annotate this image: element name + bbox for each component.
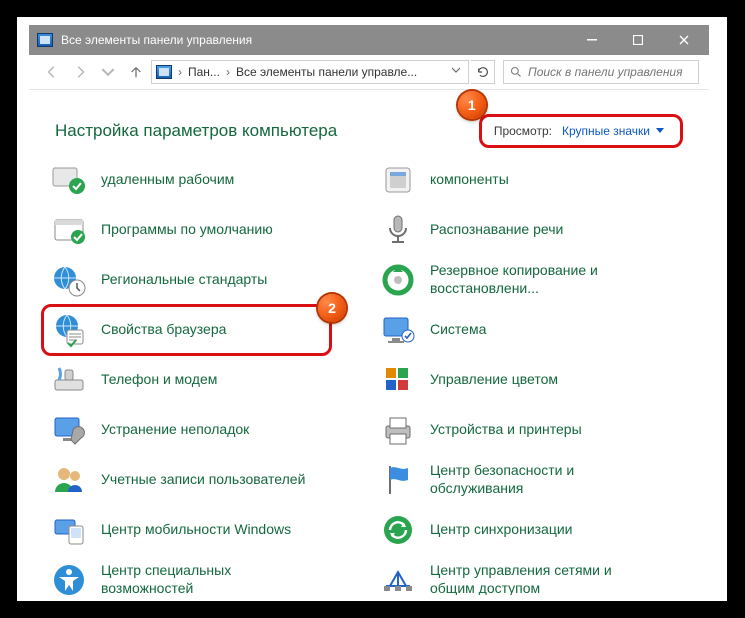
control-panel-mini-icon [156, 65, 172, 79]
item-label: Управление цветом [430, 371, 558, 389]
screenshot-frame: Все элементы панели управления › Пан... … [12, 12, 732, 606]
backup-icon [380, 262, 416, 298]
item-remote-desktop[interactable]: удаленным рабочим [43, 156, 372, 204]
address-bar[interactable]: › Пан... › Все элементы панели управле..… [151, 60, 469, 84]
item-network-sharing[interactable]: Центр управления сетями и общим доступом [372, 556, 701, 595]
item-components[interactable]: компоненты [372, 156, 701, 204]
control-panel-window: Все элементы панели управления › Пан... … [29, 25, 709, 595]
item-mobility-center[interactable]: Центр мобильности Windows [43, 506, 372, 554]
chevron-down-icon [656, 128, 664, 133]
chevron-right-icon: › [224, 65, 232, 79]
breadcrumb-segment[interactable]: Все элементы панели управле... [236, 65, 417, 79]
components-icon [380, 162, 416, 198]
close-button[interactable] [661, 25, 707, 55]
item-label: Устройства и принтеры [430, 421, 582, 439]
search-icon [510, 66, 522, 78]
item-sync-center[interactable]: Центр синхронизации [372, 506, 701, 554]
item-label: Свойства браузера [101, 321, 226, 339]
phone-modem-icon [51, 362, 87, 398]
item-label: Телефон и модем [101, 371, 217, 389]
ease-of-access-icon [51, 562, 87, 595]
item-troubleshooting[interactable]: Устранение неполадок [43, 406, 372, 454]
flag-icon [380, 462, 416, 498]
user-accounts-icon [51, 462, 87, 498]
item-label: Распознавание речи [430, 221, 563, 239]
breadcrumb-segment[interactable]: Пан... [188, 65, 220, 79]
item-label: Центр мобильности Windows [101, 521, 291, 539]
nav-row: › Пан... › Все элементы панели управле..… [29, 55, 709, 90]
microphone-icon [380, 212, 416, 248]
item-label: Программы по умолчанию [101, 221, 273, 239]
network-sharing-icon [380, 562, 416, 595]
printer-icon [380, 412, 416, 448]
item-label: Устранение неполадок [101, 421, 249, 439]
item-label: Резервное копирование и восстановлени... [430, 262, 650, 297]
item-label: Центр синхронизации [430, 521, 573, 539]
item-label: Центр безопасности и обслуживания [430, 462, 650, 497]
item-phone-modem[interactable]: Телефон и модем [43, 356, 372, 404]
remote-desktop-icon [51, 162, 87, 198]
item-label: компоненты [430, 171, 509, 189]
item-user-accounts[interactable]: Учетные записи пользователей [43, 456, 372, 504]
mobility-center-icon [51, 512, 87, 548]
item-default-programs[interactable]: Программы по умолчанию [43, 206, 372, 254]
annotation-badge-2: 2 [318, 294, 346, 322]
minimize-button[interactable] [569, 25, 615, 55]
back-button[interactable] [39, 59, 65, 85]
search-box[interactable] [503, 60, 699, 84]
recent-dropdown[interactable] [95, 59, 121, 85]
control-panel-icon [37, 33, 53, 47]
item-label: Центр управления сетями и общим доступом [430, 562, 650, 595]
item-ease-of-access[interactable]: Центр специальных возможностей [43, 556, 372, 595]
view-selector-highlight: 1 Просмотр: Крупные значки [479, 114, 683, 148]
color-management-icon [380, 362, 416, 398]
maximize-button[interactable] [615, 25, 661, 55]
up-button[interactable] [123, 59, 149, 85]
chevron-right-icon: › [176, 65, 184, 79]
item-label: Центр специальных возможностей [101, 562, 321, 595]
search-input[interactable] [528, 65, 692, 79]
window-title: Все элементы панели управления [61, 33, 569, 47]
item-color-management[interactable]: Управление цветом [372, 356, 701, 404]
item-system[interactable]: Система [372, 306, 701, 354]
system-icon [380, 312, 416, 348]
sync-icon [380, 512, 416, 548]
item-backup-restore[interactable]: Резервное копирование и восстановлени... [372, 256, 701, 304]
item-internet-options-highlight: Свойства браузера 2 [43, 306, 372, 354]
item-label: Система [430, 321, 486, 339]
globe-clock-icon [51, 262, 87, 298]
address-dropdown-icon[interactable] [448, 62, 464, 81]
annotation-badge-1: 1 [458, 91, 486, 119]
items-grid: удаленным рабочим компоненты Программы п… [29, 152, 709, 595]
forward-button[interactable] [67, 59, 93, 85]
view-mode-value: Крупные значки [562, 124, 650, 138]
item-security-maintenance[interactable]: Центр безопасности и обслуживания [372, 456, 701, 504]
item-devices-printers[interactable]: Устройства и принтеры [372, 406, 701, 454]
view-mode-dropdown[interactable]: Крупные значки [562, 124, 664, 138]
refresh-button[interactable] [471, 60, 495, 84]
item-speech-recognition[interactable]: Распознавание речи [372, 206, 701, 254]
item-label: Региональные стандарты [101, 271, 267, 289]
page-header: Настройка параметров компьютера 1 Просмо… [29, 90, 709, 152]
item-label: удаленным рабочим [101, 171, 234, 189]
default-programs-icon [51, 212, 87, 248]
troubleshooting-icon [51, 412, 87, 448]
internet-options-icon [51, 312, 87, 348]
titlebar: Все элементы панели управления [29, 25, 709, 55]
page-title: Настройка параметров компьютера [55, 121, 337, 141]
view-label: Просмотр: [494, 124, 552, 138]
item-label: Учетные записи пользователей [101, 471, 305, 489]
